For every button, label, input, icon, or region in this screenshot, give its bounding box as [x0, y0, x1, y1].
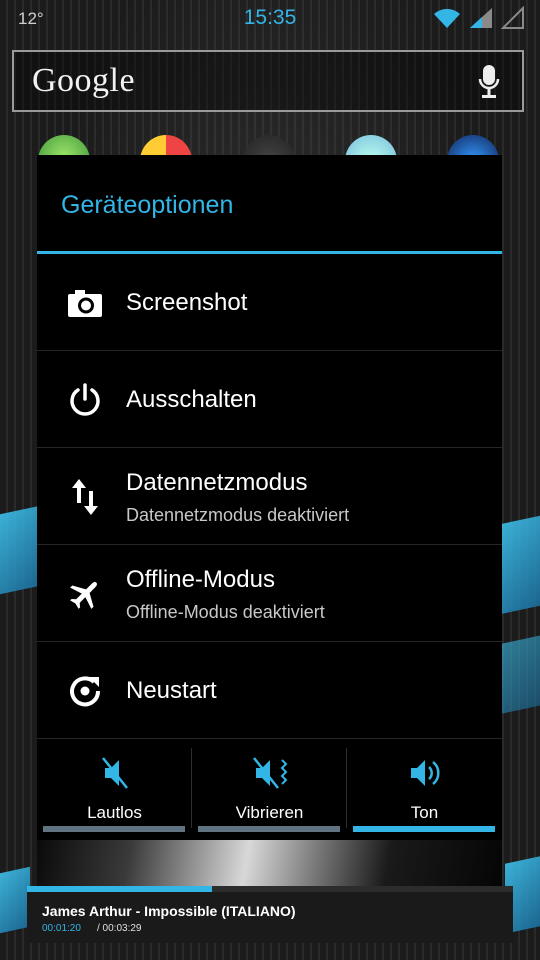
- option-restart[interactable]: Neustart: [37, 643, 502, 739]
- option-label: Offline-Modus: [126, 566, 275, 593]
- mode-indicator: [353, 826, 495, 832]
- music-player-widget[interactable]: James Arthur - Impossible (ITALIANO) 00:…: [27, 886, 513, 943]
- option-label: Ausschalten: [126, 386, 257, 413]
- restart-icon: [65, 671, 105, 711]
- status-icons: [432, 6, 526, 30]
- mode-sound[interactable]: Ton: [347, 740, 502, 835]
- progress-fill: [27, 886, 212, 892]
- wallpaper-tile: [500, 515, 540, 615]
- sound-icon: [347, 756, 502, 790]
- mode-label: Lautlos: [87, 803, 142, 822]
- airplane-icon: [65, 574, 105, 614]
- data-icon: [500, 6, 524, 29]
- dialog-title: Geräteoptionen: [61, 191, 234, 219]
- google-logo: Google: [32, 62, 136, 99]
- wallpaper-tile: [0, 505, 40, 595]
- wallpaper-tile: [0, 866, 30, 934]
- option-screenshot[interactable]: Screenshot: [37, 255, 502, 351]
- wifi-icon: [434, 8, 460, 28]
- device-options-dialog: Geräteoptionen Screenshot Ausschalten Da…: [37, 155, 502, 895]
- mode-label: Vibrieren: [235, 803, 304, 822]
- mode-indicator: [198, 826, 340, 832]
- option-airplane-mode[interactable]: Offline-Modus Offline-Modus deaktiviert: [37, 546, 502, 642]
- current-time: 00:01:20: [42, 923, 81, 934]
- mic-icon[interactable]: [478, 64, 500, 100]
- option-label: Neustart: [126, 677, 217, 704]
- signal-icon: [470, 8, 492, 28]
- option-subtitle: Datennetzmodus deaktiviert: [126, 505, 350, 525]
- option-power-off[interactable]: Ausschalten: [37, 352, 502, 448]
- power-icon: [65, 380, 105, 420]
- album-art-strip: [37, 840, 502, 888]
- data-arrows-icon: [65, 477, 105, 517]
- title-divider: [37, 251, 502, 254]
- sound-mode-selector: Lautlos Vibrieren Ton: [37, 740, 502, 835]
- vibrate-icon: [192, 756, 347, 790]
- mode-silent[interactable]: Lautlos: [37, 740, 192, 835]
- total-time: / 00:03:29: [97, 923, 142, 934]
- google-search-bar[interactable]: Google: [12, 50, 524, 112]
- progress-track[interactable]: [27, 886, 513, 892]
- option-label: Screenshot: [126, 289, 248, 316]
- track-title: James Arthur - Impossible (ITALIANO): [42, 903, 296, 919]
- option-data-mode[interactable]: Datennetzmodus Datennetzmodus deaktivier…: [37, 449, 502, 545]
- option-label: Datennetzmodus: [126, 469, 308, 496]
- option-subtitle: Offline-Modus deaktiviert: [126, 602, 325, 622]
- mode-label: Ton: [410, 803, 439, 822]
- mode-indicator: [43, 826, 185, 832]
- wallpaper-tile: [498, 635, 540, 715]
- status-bar: 12° 15:35: [0, 0, 540, 38]
- mute-icon: [37, 756, 192, 790]
- mode-vibrate[interactable]: Vibrieren: [192, 740, 347, 835]
- camera-icon: [65, 283, 105, 323]
